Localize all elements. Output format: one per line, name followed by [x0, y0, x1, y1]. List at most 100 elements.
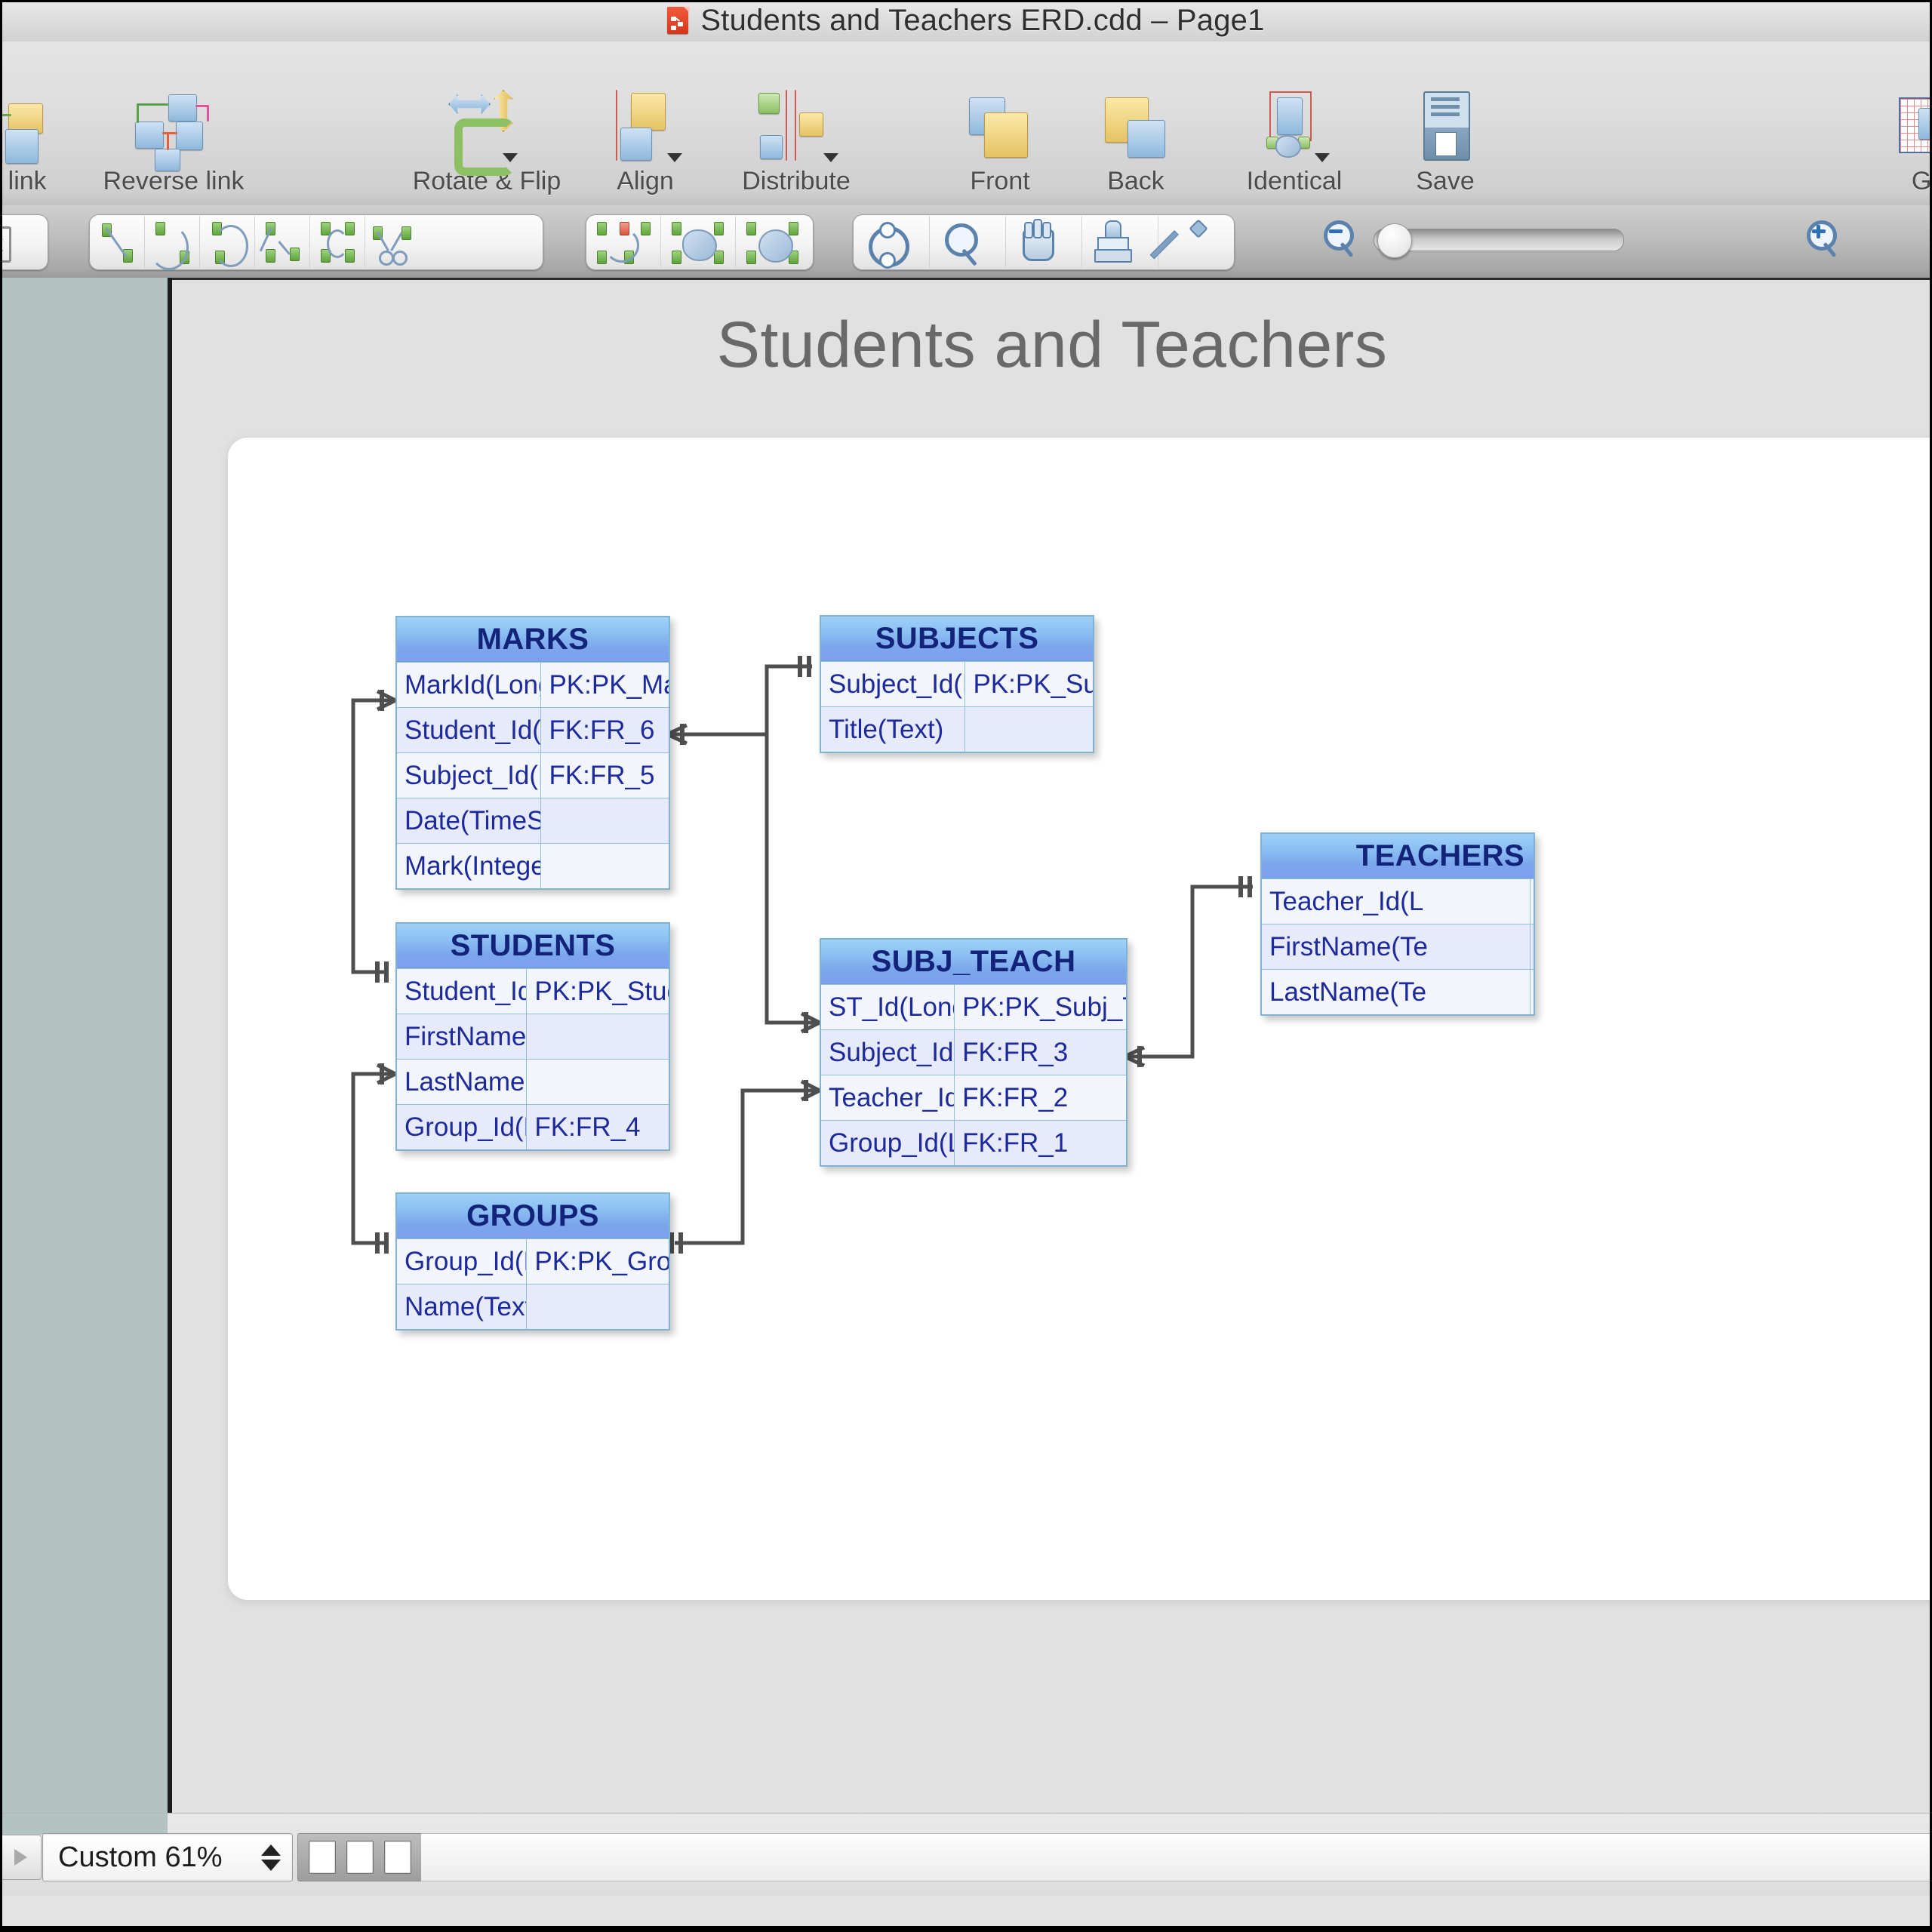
attribute-name: Student_Id(Long) — [397, 708, 542, 752]
arc-link-icon[interactable] — [199, 216, 254, 269]
screenshot-frame-top — [0, 0, 1932, 2]
attribute-key: PK:PK_Students — [534, 976, 669, 1006]
entity-attribute-row[interactable]: LastName(Te — [1262, 969, 1534, 1014]
ribbon-button-save[interactable]: Save — [1381, 83, 1509, 196]
attribute-key: FK:FR_5 — [549, 760, 655, 790]
attribute-name: Title(Text) — [821, 707, 966, 752]
spinner-down-icon[interactable] — [261, 1859, 281, 1871]
cut-link-icon[interactable] — [365, 216, 420, 269]
screenshot-frame-bottom — [0, 1926, 1932, 1932]
ribbon-label: Grid — [1911, 167, 1932, 195]
bezier-link-icon[interactable] — [309, 216, 365, 269]
reshape-icon[interactable] — [586, 216, 660, 269]
zoom-out-icon[interactable] — [1321, 219, 1363, 261]
attribute-name: Subject_Id(Long) — [821, 1030, 955, 1075]
two-page-view-icon[interactable] — [346, 1841, 374, 1874]
attribute-key: FK:FR_6 — [549, 715, 655, 745]
zoom-stepper[interactable] — [256, 1834, 292, 1881]
ungroup-shapes-icon[interactable] — [735, 216, 810, 269]
entity-attribute-row[interactable]: Name(Text) — [397, 1284, 669, 1329]
entity-attribute-row[interactable]: Group_Id(Long) FK:FR_1 — [821, 1120, 1126, 1165]
single-page-view-icon[interactable] — [309, 1841, 336, 1874]
entity-groups[interactable]: GROUPS Group_Id(Long) PK:PK_Groups Name(… — [395, 1192, 670, 1331]
rotate-handle-icon[interactable] — [854, 216, 929, 269]
left-side-panel — [0, 278, 168, 1813]
diagram-canvas[interactable]: Students and Teachers MARKS MarkId(Lon P… — [172, 278, 1932, 1813]
group-shapes-icon[interactable] — [660, 216, 735, 269]
entity-attribute-row[interactable]: Date(TimeStamp) — [397, 798, 669, 843]
screenshot-frame-left — [0, 0, 2, 1932]
zoom-slider-track[interactable] — [1374, 223, 1624, 258]
ribbon-button-back[interactable]: Back — [1072, 83, 1200, 196]
status-bar: Custom 61% — [0, 1813, 1932, 1897]
entity-title: MARKS — [397, 617, 669, 662]
attribute-name: Student_Id(Long) — [397, 969, 528, 1014]
entity-title: STUDENTS — [397, 924, 669, 968]
entity-attribute-row[interactable]: Group_Id(Long) PK:PK_Groups — [397, 1238, 669, 1284]
ribbon-button-create-link[interactable]: e link — [0, 83, 77, 196]
entity-attribute-row[interactable]: Subject_Id(Long) PK:PK_Subjects — [821, 661, 1093, 706]
diagram-document-icon — [667, 6, 691, 35]
entity-attribute-row[interactable]: Subject_Id(Long) FK:FR_5 — [397, 752, 669, 798]
zoom-in-icon[interactable] — [1804, 219, 1846, 261]
ribbon-button-identical[interactable]: Identical — [1208, 83, 1381, 196]
ribbon-button-distribute[interactable]: Distribute — [709, 83, 883, 196]
attribute-name: Name(Text) — [397, 1284, 528, 1329]
zoom-slider-control[interactable] — [1321, 219, 1846, 261]
entity-attribute-row[interactable]: FirstName(Te — [1262, 924, 1534, 969]
attribute-key: FK:FR_4 — [534, 1112, 641, 1142]
zoom-slider-knob[interactable] — [1377, 223, 1412, 258]
entity-marks[interactable]: MARKS MarkId(Long) PK:PK_Marks Student_I… — [395, 616, 670, 890]
reverse-link-icon — [132, 90, 215, 171]
entity-students[interactable]: STUDENTS Student_Id(Long) PK:PK_Students… — [395, 922, 670, 1151]
entity-attribute-row[interactable]: Student_Id(Long) FK:FR_6 — [397, 707, 669, 752]
entity-attribute-row[interactable]: Teacher_Id(L — [1262, 878, 1534, 924]
entity-attribute-row[interactable]: MarkId(Long) PK:PK_Marks — [397, 662, 669, 707]
entity-subjects[interactable]: SUBJECTS Subject_Id(Long) PK:PK_Subjects… — [820, 615, 1094, 753]
zoom-level-combobox[interactable]: Custom 61% — [42, 1833, 293, 1881]
ribbon-label: e link — [0, 167, 47, 195]
attribute-name: Group_Id(Long) — [821, 1121, 955, 1165]
entity-attribute-row[interactable]: Title(Text) — [821, 706, 1093, 752]
entity-teachers[interactable]: TEACHERS Teacher_Id(L FirstName(Te LastN… — [1260, 832, 1535, 1016]
entity-title: TEACHERS — [1262, 834, 1534, 878]
ribbon-button-align[interactable]: Align — [581, 83, 709, 196]
entity-attribute-row[interactable]: Group_Id(Long) FK:FR_4 — [397, 1104, 669, 1149]
attribute-name: Date(TimeStamp) — [397, 798, 542, 843]
entity-attribute-row[interactable]: LastName(Text) — [397, 1059, 669, 1104]
entity-attribute-row[interactable]: Teacher_Id(Long) FK:FR_2 — [821, 1075, 1126, 1120]
entity-attribute-row[interactable]: Student_Id(Long) PK:PK_Students — [397, 968, 669, 1014]
entity-attribute-row[interactable]: FirstName(Text) — [397, 1014, 669, 1059]
straight-link-icon[interactable] — [90, 216, 144, 269]
entity-attribute-row[interactable]: Mark(Integer) — [397, 843, 669, 888]
zoom-magnifier-icon[interactable] — [929, 216, 1005, 269]
pan-hand-icon[interactable] — [1005, 216, 1081, 269]
eyedropper-icon[interactable] — [1149, 216, 1234, 269]
ribbon-button-reverse-link[interactable]: Reverse link — [98, 83, 249, 196]
entity-title: SUBJECTS — [821, 617, 1093, 661]
create-link-icon — [0, 90, 58, 164]
grid-icon — [1894, 90, 1932, 162]
ribbon-button-front[interactable]: Front — [936, 83, 1064, 196]
attribute-name: Group_Id(Long) — [397, 1239, 528, 1284]
entity-attribute-row[interactable]: ST_Id(Long) PK:PK_Subj_Teach — [821, 984, 1126, 1029]
status-bar-panel-edge — [0, 1814, 168, 1835]
stamp-icon[interactable] — [1081, 216, 1158, 269]
ribbon-button-grid[interactable]: Grid — [1872, 83, 1932, 196]
ribbon-toolbar: e link Reverse link — [0, 42, 1932, 206]
attribute-name: ST_Id(Long) — [821, 985, 955, 1029]
tree-link-icon[interactable] — [254, 216, 309, 269]
ribbon-button-rotate-flip[interactable]: Rotate & Flip — [392, 83, 581, 196]
spinner-up-icon[interactable] — [261, 1844, 281, 1856]
entity-attribute-row[interactable]: Subject_Id(Long) FK:FR_3 — [821, 1029, 1126, 1075]
toolbar-group-shape-tools — [586, 214, 814, 270]
delete-point-icon[interactable]: ✕ — [0, 216, 19, 269]
next-page-arrow-icon[interactable] — [0, 1835, 42, 1880]
ribbon-label: Front — [970, 167, 1030, 195]
multi-page-view-icon[interactable] — [384, 1841, 411, 1874]
zoom-level-value: Custom 61% — [58, 1841, 223, 1873]
curved-link-icon[interactable] — [144, 216, 199, 270]
save-floppy-icon — [1404, 90, 1487, 162]
entity-subj-teach[interactable]: SUBJ_TEACH ST_Id(Long) PK:PK_Subj_Teach … — [820, 938, 1128, 1167]
view-mode-group[interactable] — [297, 1833, 423, 1881]
